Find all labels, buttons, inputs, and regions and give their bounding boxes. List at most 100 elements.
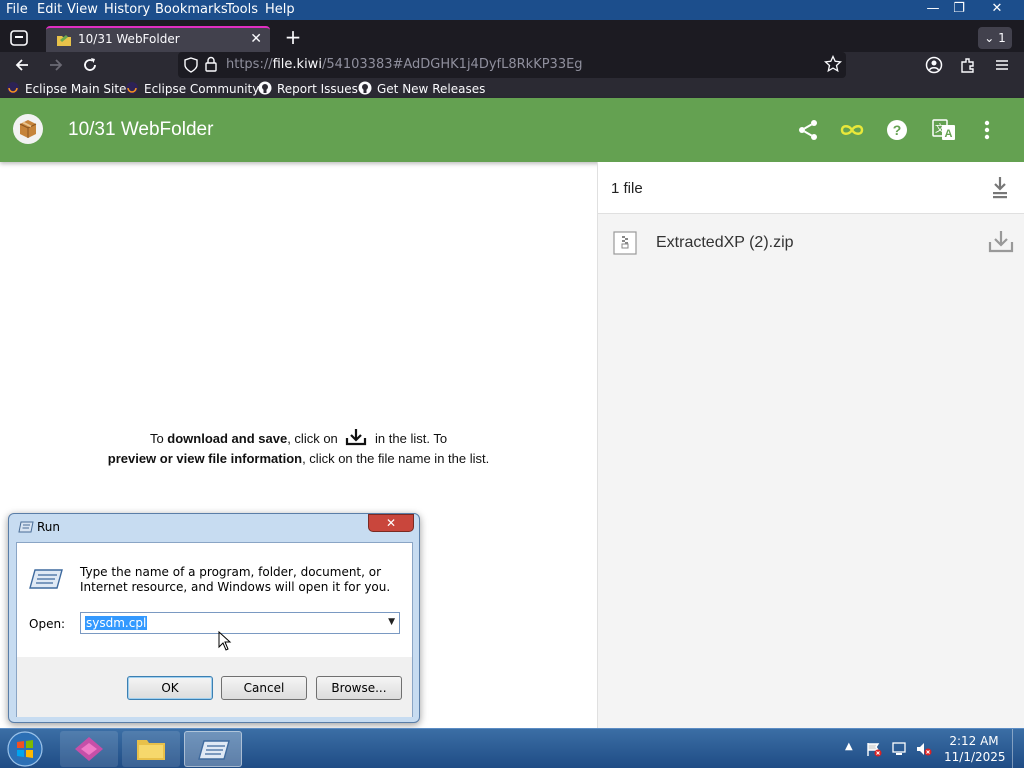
browser-chrome: File Edit View History Bookmarks Tools H… bbox=[0, 0, 1024, 98]
taskbar-app-1[interactable] bbox=[60, 731, 118, 767]
svg-text:A: A bbox=[945, 128, 953, 140]
tab-title: 10/31 WebFolder bbox=[78, 32, 180, 46]
file-row[interactable]: ExtractedXP (2).zip bbox=[598, 215, 1024, 267]
system-clock[interactable]: 2:12 AM 11/1/2025 bbox=[944, 733, 1006, 765]
account-icon[interactable] bbox=[925, 56, 943, 74]
eclipse-icon bbox=[6, 81, 20, 95]
dropdown-arrow-icon[interactable]: ▼ bbox=[388, 617, 395, 627]
folder-icon bbox=[135, 735, 167, 763]
browse-button[interactable]: Browse... bbox=[316, 676, 402, 700]
ok-button[interactable]: OK bbox=[127, 676, 213, 700]
file-list-header: 1 file bbox=[598, 162, 1024, 214]
run-dialog: Run ✕ Type the name of a program, folder… bbox=[8, 513, 420, 723]
nav-bar: https://file.kiwi/54103383#AdDGHK1j4DyfL… bbox=[0, 52, 1024, 78]
instr-bold: download and save bbox=[167, 431, 288, 446]
url-prefix: https:// bbox=[226, 57, 273, 72]
instructions-line-2: preview or view file information, click … bbox=[0, 449, 597, 469]
shield-icon[interactable] bbox=[184, 57, 198, 73]
open-label: Open: bbox=[29, 617, 66, 631]
tab-count: 1 bbox=[998, 31, 1006, 45]
close-window-button[interactable]: ✕ bbox=[982, 0, 1012, 18]
app-title: 10/31 WebFolder bbox=[68, 119, 214, 140]
folder-favicon-icon bbox=[56, 32, 72, 48]
run-description: Type the name of a program, folder, docu… bbox=[80, 565, 391, 594]
back-icon[interactable] bbox=[12, 55, 32, 75]
firefox-view-icon[interactable] bbox=[9, 29, 29, 47]
menu-view[interactable]: View bbox=[67, 2, 98, 17]
bookmark-label: Get New Releases bbox=[377, 82, 486, 96]
run-app-icon bbox=[18, 520, 34, 534]
run-dialog-titlebar[interactable]: Run ✕ bbox=[9, 514, 419, 540]
url-bar[interactable]: https://file.kiwi/54103383#AdDGHK1j4DyfL… bbox=[178, 52, 846, 78]
file-count: 1 file bbox=[611, 180, 643, 197]
volume-muted-icon[interactable] bbox=[916, 741, 932, 757]
package-logo-icon bbox=[12, 113, 44, 145]
menu-tools[interactable]: Tools bbox=[226, 2, 258, 17]
url-path: /54103383#AdDGHK1j4DyfL8RkKP33Eg bbox=[321, 57, 583, 72]
action-center-flag-icon[interactable] bbox=[866, 741, 882, 757]
bookmark-eclipse-community[interactable]: Eclipse Community bbox=[125, 81, 259, 96]
restore-button[interactable]: ❐ bbox=[944, 0, 974, 18]
taskbar-run[interactable] bbox=[184, 731, 242, 767]
bookmark-label: Eclipse Community bbox=[144, 82, 260, 96]
tab-bar: 10/31 WebFolder ✕ + ⌄ 1 bbox=[0, 24, 1024, 52]
show-hidden-icons-icon[interactable]: ▲ bbox=[845, 741, 853, 752]
zip-file-icon bbox=[613, 231, 637, 255]
menu-file[interactable]: File bbox=[6, 2, 28, 17]
clock-time: 2:12 AM bbox=[949, 734, 999, 748]
menu-edit[interactable]: Edit bbox=[37, 2, 62, 17]
show-desktop-button[interactable] bbox=[1012, 729, 1024, 768]
tab-webfolder[interactable]: 10/31 WebFolder ✕ bbox=[46, 26, 270, 52]
run-large-icon bbox=[29, 567, 63, 591]
run-dialog-body: Type the name of a program, folder, docu… bbox=[16, 542, 413, 717]
infinity-icon[interactable] bbox=[838, 118, 866, 142]
eclipse-icon bbox=[125, 81, 139, 95]
network-icon[interactable] bbox=[891, 741, 907, 757]
run-dialog-close-button[interactable]: ✕ bbox=[368, 514, 414, 532]
start-button-icon[interactable] bbox=[6, 730, 44, 768]
taskbar-explorer[interactable] bbox=[122, 731, 180, 767]
instr-bold: preview or view file information bbox=[107, 451, 303, 466]
open-value[interactable]: sysdm.cpl bbox=[85, 616, 148, 630]
bookmark-label: Report Issues bbox=[277, 82, 358, 96]
translate-icon[interactable]: 文A bbox=[932, 118, 956, 142]
chevron-down-icon: ⌄ bbox=[984, 31, 995, 45]
run-taskbar-icon bbox=[198, 738, 230, 762]
share-icon[interactable] bbox=[796, 118, 820, 142]
lock-icon[interactable] bbox=[204, 56, 218, 72]
app-header: 10/31 WebFolder ? 文A bbox=[0, 98, 1024, 162]
extensions-icon[interactable] bbox=[959, 56, 977, 74]
github-icon bbox=[358, 81, 372, 95]
instructions-line-1: To download and save, click on in the li… bbox=[0, 428, 597, 449]
url-text: https://file.kiwi/54103383#AdDGHK1j4DyfL… bbox=[226, 57, 583, 72]
forward-icon[interactable] bbox=[46, 55, 66, 75]
url-domain: file.kiwi bbox=[272, 57, 322, 72]
open-combobox[interactable]: sysdm.cpl ▼ bbox=[80, 612, 400, 634]
menu-bookmarks[interactable]: Bookmarks bbox=[155, 2, 228, 17]
bookmark-star-icon[interactable] bbox=[823, 54, 843, 73]
menu-help[interactable]: Help bbox=[265, 2, 295, 17]
file-name[interactable]: ExtractedXP (2).zip bbox=[656, 234, 794, 252]
download-all-icon[interactable] bbox=[990, 175, 1010, 199]
instructions-text: To download and save, click on in the li… bbox=[0, 428, 597, 469]
cancel-button[interactable]: Cancel bbox=[221, 676, 307, 700]
bookmark-eclipse-main-site[interactable]: Eclipse Main Site bbox=[6, 81, 126, 96]
help-icon[interactable]: ? bbox=[885, 118, 909, 142]
close-icon: ✕ bbox=[385, 516, 397, 530]
instr-text: To bbox=[149, 431, 168, 446]
bookmark-report-issues[interactable]: Report Issues bbox=[258, 81, 358, 96]
github-icon bbox=[258, 81, 272, 95]
tab-list-button[interactable]: ⌄ 1 bbox=[978, 27, 1012, 49]
new-tab-button[interactable]: + bbox=[282, 26, 304, 48]
menu-history[interactable]: History bbox=[104, 2, 150, 17]
instr-text: , click on bbox=[287, 431, 338, 446]
svg-text:?: ? bbox=[893, 122, 902, 138]
bookmark-get-new-releases[interactable]: Get New Releases bbox=[358, 81, 485, 96]
bookmarks-toolbar: Eclipse Main Site Eclipse Community Repo… bbox=[0, 78, 1024, 98]
more-vertical-icon[interactable] bbox=[975, 118, 999, 142]
download-file-icon[interactable] bbox=[988, 229, 1014, 253]
hamburger-menu-icon[interactable] bbox=[993, 56, 1011, 74]
tab-close-icon[interactable]: ✕ bbox=[250, 31, 262, 47]
reload-icon[interactable] bbox=[80, 55, 100, 75]
taskbar: ▲ 2:12 AM 11/1/2025 bbox=[0, 728, 1024, 768]
